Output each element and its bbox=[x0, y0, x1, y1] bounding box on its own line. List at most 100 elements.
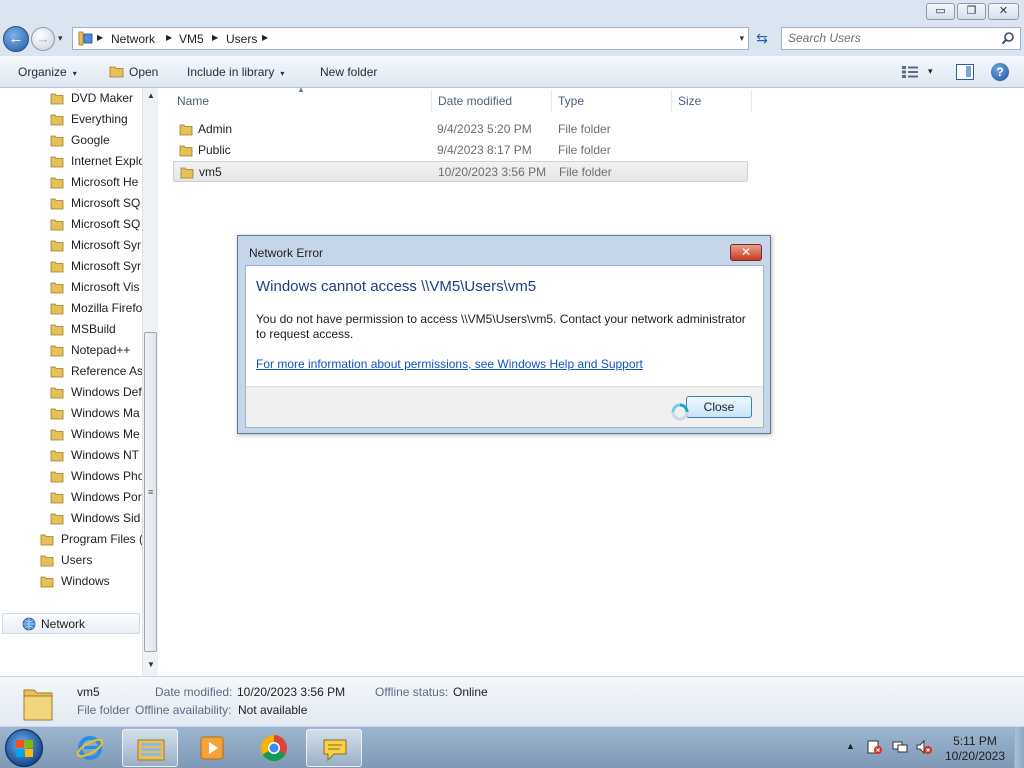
column-divider[interactable] bbox=[671, 90, 672, 112]
search-box[interactable] bbox=[781, 27, 1021, 50]
breadcrumb-separator-icon[interactable]: ▶ bbox=[97, 33, 103, 42]
tree-item-folder[interactable]: MSBuild bbox=[50, 319, 142, 340]
folder-icon bbox=[40, 576, 54, 588]
file-row[interactable]: vm5 10/20/2023 3:56 PM File folder bbox=[173, 161, 748, 182]
chevron-down-icon: ▾ bbox=[280, 69, 285, 78]
column-divider[interactable] bbox=[551, 90, 552, 112]
folder-icon bbox=[50, 198, 64, 210]
tree-item-folder[interactable]: Notepad++ bbox=[50, 340, 142, 361]
tree-item-folder[interactable]: Microsoft SQ bbox=[50, 214, 142, 235]
folder-icon-wrapper bbox=[50, 322, 64, 336]
start-button[interactable] bbox=[5, 729, 43, 767]
column-header-date-modified[interactable]: Date modified bbox=[438, 94, 512, 108]
folder-icon-wrapper bbox=[50, 280, 64, 294]
dialog-title: Network Error bbox=[249, 246, 324, 260]
internet-explorer-icon bbox=[76, 736, 104, 760]
tree-item-folder[interactable]: Windows NT bbox=[50, 445, 142, 466]
system-clock[interactable]: 5:11 PM 10/20/2023 bbox=[940, 734, 1010, 764]
tree-item-folder[interactable]: Microsoft SQ bbox=[50, 193, 142, 214]
tree-item-folder[interactable]: Internet Explo bbox=[50, 151, 142, 172]
tree-item-folder[interactable]: Google bbox=[50, 130, 142, 151]
column-header-size[interactable]: Size bbox=[678, 94, 701, 108]
action-center-icon[interactable] bbox=[866, 739, 882, 755]
address-bar[interactable]: ▶ Network ▶ VM5 ▶ Users ▶ ▾ bbox=[72, 27, 749, 50]
back-button[interactable]: ← bbox=[3, 26, 29, 52]
breadcrumb-separator-icon[interactable]: ▶ bbox=[212, 33, 218, 42]
close-button[interactable]: Close bbox=[686, 396, 752, 418]
close-window-button[interactable]: ✕ bbox=[988, 3, 1019, 20]
file-row[interactable]: Admin 9/4/2023 5:20 PM File folder bbox=[173, 119, 748, 140]
tree-item-folder[interactable]: Windows Me bbox=[50, 424, 142, 445]
network-status-icon[interactable] bbox=[892, 739, 908, 755]
recent-pages-button[interactable]: ▾ bbox=[58, 33, 63, 44]
tree-item-folder[interactable]: Program Files ( bbox=[40, 529, 142, 550]
help-and-support-link[interactable]: For more information about permissions, … bbox=[256, 357, 643, 371]
taskbar-windows-explorer[interactable] bbox=[122, 729, 178, 767]
tree-item-folder[interactable]: Microsoft Syr bbox=[50, 235, 142, 256]
column-divider[interactable] bbox=[431, 90, 432, 112]
minimize-button[interactable]: ▭ bbox=[926, 3, 955, 20]
navigation-scrollbar[interactable]: ▲ ≡ ▼ bbox=[142, 88, 158, 676]
tree-item-folder[interactable]: Windows bbox=[40, 571, 142, 592]
scrollbar-thumb[interactable]: ≡ bbox=[144, 332, 157, 652]
taskbar-internet-explorer[interactable] bbox=[62, 729, 118, 767]
view-options-dropdown[interactable]: ▾ bbox=[928, 66, 933, 77]
column-header-name[interactable]: Name bbox=[177, 94, 209, 108]
taskbar-chrome[interactable] bbox=[246, 729, 302, 767]
column-header-type[interactable]: Type bbox=[558, 94, 584, 108]
tree-item-network[interactable]: Network bbox=[2, 613, 140, 634]
file-name: Public bbox=[198, 143, 231, 157]
tree-item-folder[interactable]: Reference As bbox=[50, 361, 142, 382]
search-input[interactable] bbox=[788, 31, 988, 45]
folder-icon bbox=[179, 124, 193, 136]
tree-item-folder[interactable]: Windows Sid bbox=[50, 508, 142, 529]
show-desktop-button[interactable] bbox=[1014, 727, 1024, 768]
forward-button[interactable]: → bbox=[31, 27, 55, 51]
maximize-button[interactable]: ❐ bbox=[957, 3, 986, 20]
tree-item-label: Microsoft Syr bbox=[71, 238, 142, 252]
scroll-up-icon[interactable]: ▲ bbox=[147, 91, 155, 100]
refresh-button[interactable]: ⇆ bbox=[752, 30, 772, 48]
show-hidden-icons-button[interactable]: ▲ bbox=[846, 741, 855, 751]
tree-item-folder[interactable]: Users bbox=[40, 550, 142, 571]
tree-item-folder[interactable]: Everything bbox=[50, 109, 142, 130]
organize-button[interactable]: Organize ▾ bbox=[18, 65, 77, 79]
tree-item-folder[interactable]: Windows Por bbox=[50, 487, 142, 508]
taskbar-speech-app[interactable] bbox=[306, 729, 362, 767]
folder-icon-wrapper bbox=[50, 112, 64, 126]
taskbar-media-player[interactable] bbox=[184, 729, 240, 767]
breadcrumb-vm5[interactable]: VM5 bbox=[179, 32, 204, 46]
tree-item-folder[interactable]: Mozilla Firefo bbox=[50, 298, 142, 319]
tree-item-folder[interactable]: Windows Def bbox=[50, 382, 142, 403]
open-button[interactable]: Open bbox=[129, 65, 158, 79]
tree-item-folder[interactable]: Microsoft He bbox=[50, 172, 142, 193]
file-date-modified: 10/20/2023 3:56 PM bbox=[438, 165, 547, 179]
preview-pane-icon[interactable] bbox=[956, 64, 974, 80]
tree-item-folder[interactable]: Windows Pho bbox=[50, 466, 142, 487]
busy-cursor-icon bbox=[671, 403, 689, 421]
search-icon[interactable] bbox=[1001, 31, 1015, 45]
tree-item-folder[interactable]: DVD Maker bbox=[50, 88, 142, 109]
scroll-down-icon[interactable]: ▼ bbox=[147, 660, 155, 669]
volume-muted-icon[interactable] bbox=[916, 739, 932, 755]
tree-item-folder[interactable]: Microsoft Syr bbox=[50, 256, 142, 277]
tree-item-folder[interactable]: Microsoft Vis bbox=[50, 277, 142, 298]
change-view-icon[interactable] bbox=[902, 66, 918, 78]
file-row[interactable]: Public 9/4/2023 8:17 PM File folder bbox=[173, 140, 748, 161]
include-in-library-label: Include in library bbox=[187, 65, 275, 79]
folder-icon-wrapper bbox=[50, 511, 64, 525]
dialog-close-x-button[interactable]: ✕ bbox=[730, 244, 762, 261]
network-icon bbox=[22, 617, 36, 631]
address-history-dropdown[interactable]: ▾ bbox=[739, 33, 744, 44]
tree-item-folder[interactable]: Windows Ma bbox=[50, 403, 142, 424]
new-folder-button[interactable]: New folder bbox=[320, 65, 377, 79]
column-divider[interactable] bbox=[751, 90, 752, 112]
breadcrumb-users[interactable]: Users bbox=[226, 32, 257, 46]
minimize-icon: ▭ bbox=[935, 5, 946, 17]
include-in-library-button[interactable]: Include in library ▾ bbox=[187, 65, 284, 79]
breadcrumb-separator-icon[interactable]: ▶ bbox=[262, 33, 268, 42]
windows-explorer-icon bbox=[137, 739, 165, 761]
help-icon[interactable]: ? bbox=[991, 63, 1009, 81]
breadcrumb-network[interactable]: Network bbox=[111, 32, 155, 46]
breadcrumb-separator-icon[interactable]: ▶ bbox=[166, 33, 172, 42]
